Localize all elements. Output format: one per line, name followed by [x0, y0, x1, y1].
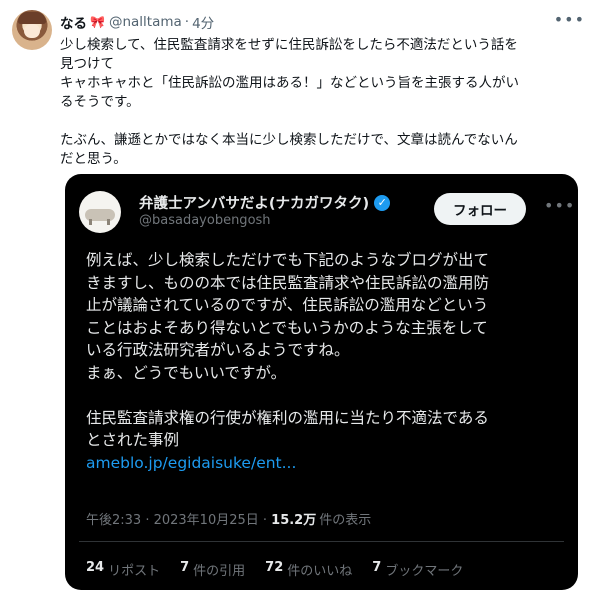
- quote-line: とされた事例: [86, 431, 180, 449]
- ellipsis-icon[interactable]: •••: [544, 196, 575, 215]
- reposts-count: 24: [86, 560, 105, 575]
- verified-badge-icon: ✓: [374, 194, 391, 211]
- tweet-line: キャホキャホと「住民訴訟の濫用はある！」などという旨を主張する人がい: [60, 75, 519, 91]
- tweet-line: 少し検索して、住民監査請求をせずに住民訴訟をしたら不適法だという話を: [60, 37, 518, 53]
- separator-dot: ·: [184, 14, 190, 30]
- reposts-stat[interactable]: 24 リポスト: [86, 560, 160, 579]
- cat-leg: [107, 219, 110, 225]
- quote-line: ことはおよそあり得ないとでもいうかのような主張をして: [86, 318, 488, 337]
- tweet-line: たぶん、謙遜とかではなく本当に少し検索しただけで、文章は読んでないん: [60, 132, 518, 148]
- likes-count: 72: [265, 560, 284, 575]
- quote-line: 例えば、少し検索しただけでも下記のようなブログが出て: [86, 251, 490, 269]
- avatar[interactable]: [12, 10, 52, 50]
- quote-author-handle[interactable]: @basadayobengosh: [139, 213, 271, 228]
- ribbon-icon: 🎀: [90, 15, 105, 29]
- tweet-text: 少し検索して、住民監査請求をせずに住民訴訟をしたら不適法だという話を 見つけて …: [60, 36, 588, 169]
- ellipsis-icon[interactable]: •••: [554, 12, 585, 28]
- views-count: 15.2万: [271, 513, 317, 528]
- quote-avatar[interactable]: [79, 191, 121, 233]
- quote-line: 止が議論されているのですが、住民訴訟の濫用などという: [86, 296, 489, 314]
- quotes-count: 7: [180, 560, 190, 575]
- avatar-face: [24, 24, 40, 38]
- likes-stat[interactable]: 72 件のいいね: [265, 560, 352, 579]
- tweet-header: なる 🎀 @nalltama · 4分: [60, 11, 583, 33]
- tweet-line: 見つけて: [60, 56, 114, 72]
- quotes-stat[interactable]: 7 件の引用: [180, 560, 245, 579]
- quotes-label: 件の引用: [193, 564, 246, 579]
- quoted-tweet[interactable]: 弁護士アンバサだよ(ナカガワタク) ✓ @basadayobengosh フォロ…: [65, 174, 578, 590]
- quote-line: いる行政法研究者がいるようですね。: [86, 341, 350, 359]
- cat-leg: [89, 219, 92, 225]
- quote-timestamp[interactable]: 午後2:33 · 2023年10月25日 ·: [86, 509, 271, 528]
- author-handle[interactable]: @nalltama: [109, 14, 182, 30]
- quote-line: 住民監査請求権の行使が権利の濫用に当たり不適法である: [86, 408, 489, 427]
- avatar-hat: [18, 12, 46, 24]
- tweet-line: るそうです。: [60, 94, 140, 110]
- views-label: 件の表示: [319, 513, 372, 528]
- reposts-label: リポスト: [108, 564, 161, 579]
- tweet-line: だと思う。: [60, 151, 127, 167]
- quote-text: 例えば、少し検索しただけでも下記のようなブログが出て きますし、ものの本では住民…: [86, 249, 562, 474]
- quote-line: まぁ、どうでもいいですが。: [86, 363, 287, 382]
- follow-button[interactable]: フォロー: [434, 193, 526, 225]
- quote-author-name[interactable]: 弁護士アンバサだよ(ナカガワタク): [139, 192, 369, 213]
- likes-label: 件のいいね: [287, 564, 353, 579]
- quote-link[interactable]: ameblo.jp/egidaisuke/ent...: [86, 452, 562, 475]
- divider: [79, 541, 564, 542]
- bookmarks-label: ブックマーク: [385, 564, 464, 579]
- quote-author-row: 弁護士アンバサだよ(ナカガワタク) ✓: [139, 192, 391, 213]
- quote-stats: 24 リポスト 7 件の引用 72 件のいいね 7 ブックマーク: [86, 560, 483, 579]
- bookmarks-stat[interactable]: 7 ブックマーク: [372, 560, 463, 579]
- bookmarks-count: 7: [372, 560, 382, 575]
- tweet-time[interactable]: 4分: [192, 12, 214, 32]
- quote-line: きますし、ものの本では住民監査請求や住民訴訟の濫用防: [86, 273, 490, 292]
- author-name[interactable]: なる: [60, 12, 87, 32]
- quote-meta: 午後2:33 · 2023年10月25日 · 15.2万 件の表示: [86, 509, 371, 528]
